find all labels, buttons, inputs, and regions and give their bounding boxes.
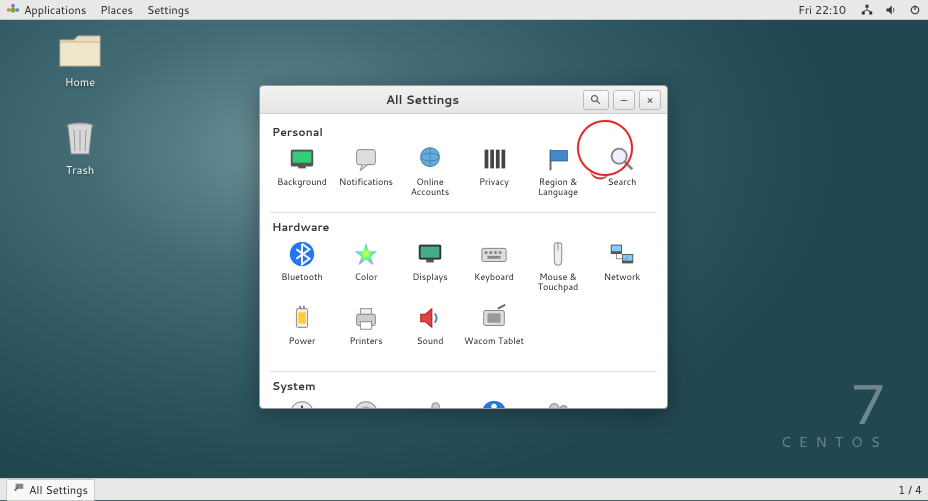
minimize-button[interactable]: – (613, 90, 635, 110)
network-icon (607, 239, 637, 269)
settings-item-bluetooth[interactable]: Bluetooth (270, 237, 334, 301)
activities-icon[interactable] (6, 3, 20, 17)
settings-item-power[interactable]: Power (270, 301, 334, 365)
settings-item-details[interactable]: Details (334, 396, 398, 408)
settings-item-notifications[interactable]: Notifications (334, 142, 398, 206)
os-name: CENTOS (781, 432, 888, 452)
menu-settings[interactable]: Settings (147, 2, 189, 18)
mouse-touchpad-icon (543, 239, 573, 269)
users-icon (543, 398, 573, 408)
settings-item-users[interactable]: Users (526, 396, 590, 408)
trash-desktop-icon[interactable]: Trash (50, 118, 110, 178)
taskbar-item-settings[interactable]: All Settings (6, 479, 95, 501)
task-label: All Settings (29, 482, 88, 498)
power-icon (287, 303, 317, 333)
power-tray-icon[interactable] (908, 3, 922, 17)
settings-item-keyboard[interactable]: Keyboard (462, 237, 526, 301)
desktop-icon-label: Home (65, 74, 95, 90)
settings-item-search[interactable]: Search (590, 142, 654, 206)
workspace-indicator[interactable]: 1 / 4 (898, 482, 922, 498)
settings-item-privacy[interactable]: Privacy (462, 142, 526, 206)
item-label: Displays (399, 272, 461, 282)
universal-access-icon (479, 398, 509, 408)
settings-item-region-language[interactable]: Region & Language (526, 142, 590, 206)
desktop-icons-area: Home Trash (50, 30, 110, 178)
item-label: Keyboard (463, 272, 525, 282)
sharing-icon (415, 398, 445, 408)
top-panel: Applications Places Settings Fri 22:10 (0, 0, 928, 20)
settings-item-universal-access[interactable]: Universal Access (462, 396, 526, 408)
window-titlebar[interactable]: All Settings – × (260, 86, 667, 114)
item-label: Online Accounts (399, 177, 461, 197)
item-label: Background (271, 177, 333, 187)
menu-applications[interactable]: Applications (24, 2, 86, 18)
item-label: Printers (335, 336, 397, 346)
os-version: 7 (781, 376, 888, 432)
datetime-icon (287, 398, 317, 408)
home-folder-icon (56, 30, 104, 70)
settings-item-color[interactable]: Color (334, 237, 398, 301)
settings-item-sound[interactable]: Sound (398, 301, 462, 365)
item-label: Search (591, 177, 653, 187)
section-title: Personal (272, 124, 657, 140)
close-button[interactable]: × (639, 90, 661, 110)
item-label: Wacom Tablet (463, 336, 525, 346)
section-system: System Date & Time Details Sharing Unive… (270, 378, 657, 408)
section-hardware: Hardware Bluetooth Color Displays Keyboa… (270, 219, 657, 365)
settings-item-printers[interactable]: Printers (334, 301, 398, 365)
online-accounts-icon (415, 144, 445, 174)
item-label: Network (591, 272, 653, 282)
os-branding: 7 CENTOS (781, 376, 888, 452)
notifications-icon (351, 144, 381, 174)
printers-icon (351, 303, 381, 333)
settings-item-online-accounts[interactable]: Online Accounts (398, 142, 462, 206)
menu-places[interactable]: Places (100, 2, 133, 18)
window-title: All Settings (266, 91, 579, 108)
item-label: Bluetooth (271, 272, 333, 282)
settings-item-mouse[interactable]: Mouse & Touchpad (526, 237, 590, 301)
item-label: Power (271, 336, 333, 346)
settings-item-datetime[interactable]: Date & Time (270, 396, 334, 408)
desktop-icon-label: Trash (66, 162, 94, 178)
settings-item-displays[interactable]: Displays (398, 237, 462, 301)
wacom-icon (479, 303, 509, 333)
search-settings-icon (607, 144, 637, 174)
settings-task-icon (13, 482, 25, 498)
section-title: Hardware (272, 219, 657, 235)
settings-window: All Settings – × Personal Background Not… (259, 85, 668, 409)
item-label: Mouse & Touchpad (527, 272, 589, 292)
item-label: Region & Language (527, 177, 589, 197)
network-tray-icon[interactable] (860, 3, 874, 17)
bottom-panel: All Settings 1 / 4 (0, 478, 928, 500)
settings-item-wacom[interactable]: Wacom Tablet (462, 301, 526, 365)
item-label: Notifications (335, 177, 397, 187)
settings-content: Personal Background Notifications Online… (260, 114, 667, 408)
trash-icon (56, 118, 104, 158)
keyboard-icon (479, 239, 509, 269)
settings-item-network[interactable]: Network (590, 237, 654, 301)
item-label: Sound (399, 336, 461, 346)
displays-icon (415, 239, 445, 269)
region-language-icon (543, 144, 573, 174)
section-personal: Personal Background Notifications Online… (270, 124, 657, 206)
color-icon (351, 239, 381, 269)
clock[interactable]: Fri 22:10 (798, 2, 846, 18)
details-icon (351, 398, 381, 408)
search-button[interactable] (583, 90, 609, 110)
settings-item-sharing[interactable]: Sharing (398, 396, 462, 408)
section-title: System (272, 378, 657, 394)
item-label: Privacy (463, 177, 525, 187)
bluetooth-icon (287, 239, 317, 269)
item-label: Color (335, 272, 397, 282)
sound-icon (415, 303, 445, 333)
volume-tray-icon[interactable] (884, 3, 898, 17)
settings-item-background[interactable]: Background (270, 142, 334, 206)
home-desktop-icon[interactable]: Home (50, 30, 110, 90)
background-icon (287, 144, 317, 174)
privacy-icon (479, 144, 509, 174)
